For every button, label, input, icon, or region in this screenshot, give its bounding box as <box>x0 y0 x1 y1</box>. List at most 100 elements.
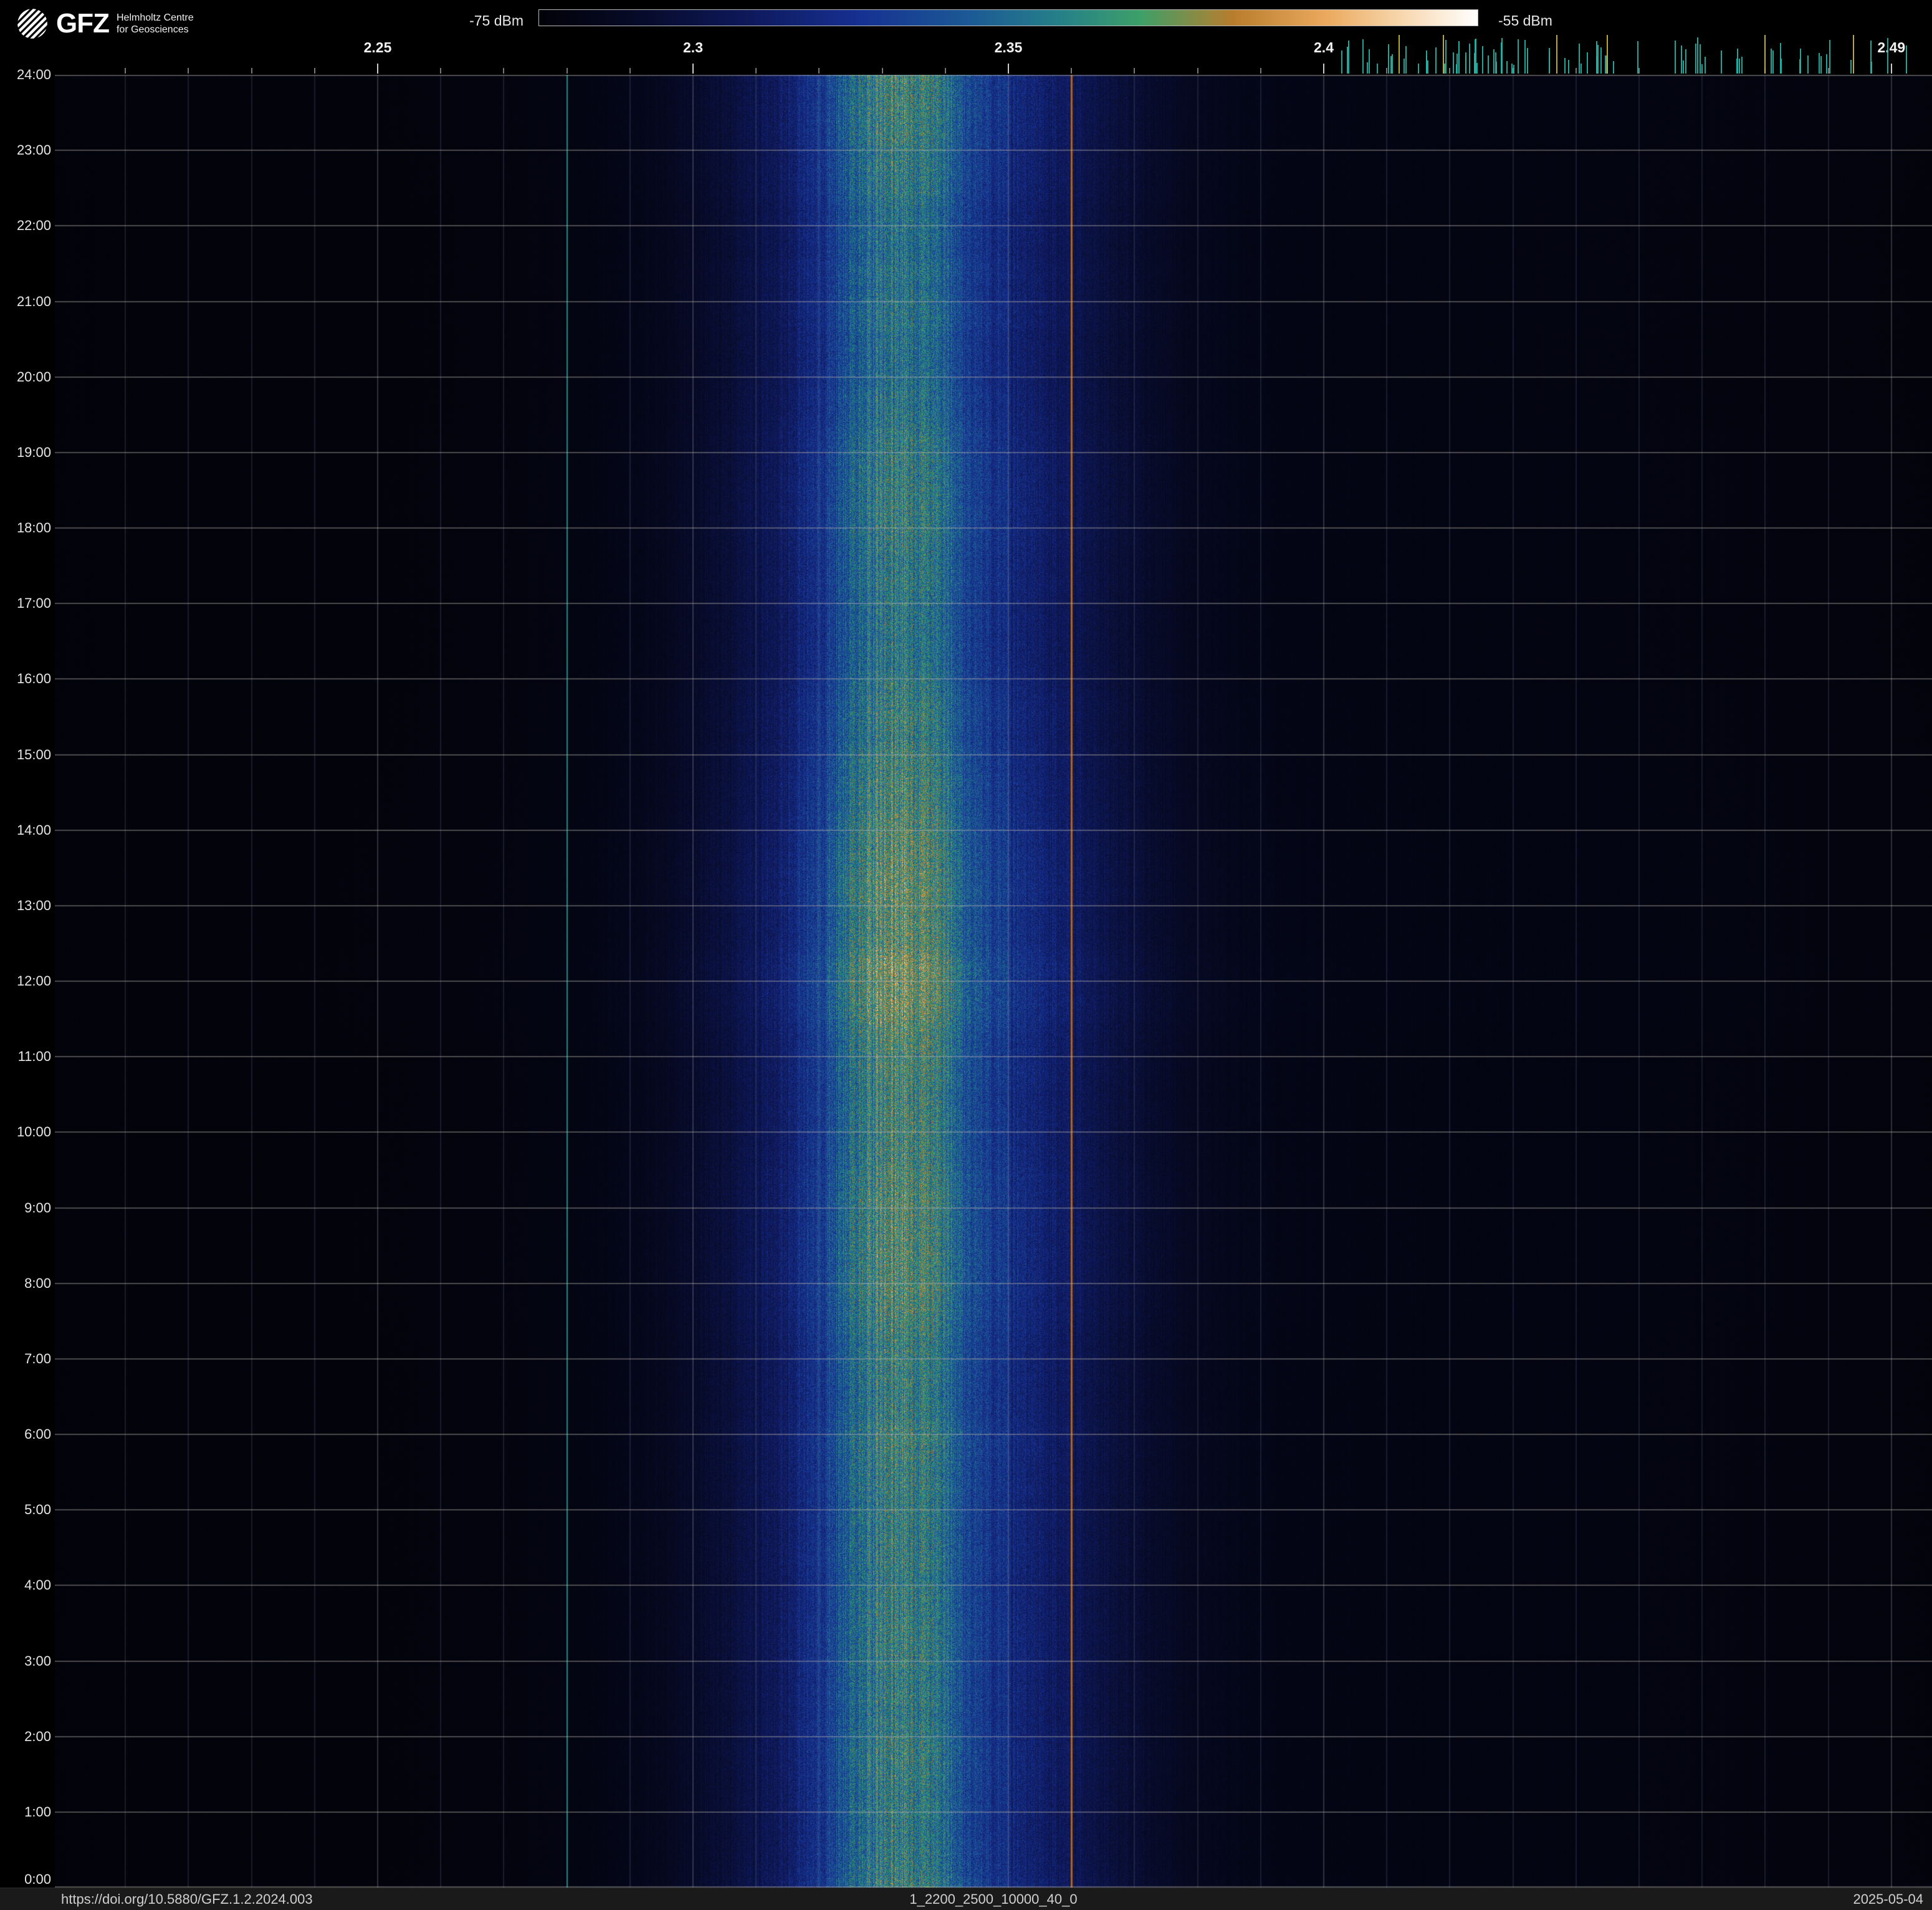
x-axis-tick <box>818 68 820 74</box>
x-axis-tick <box>1323 64 1324 74</box>
header-bar: GFZ Helmholtz Centre for Geosciences -75… <box>0 0 1932 75</box>
y-tick-label: 4:00 <box>24 1577 51 1593</box>
x-axis-tick <box>125 68 127 74</box>
channel-marker-tick <box>1482 46 1484 74</box>
channel-marker-tick <box>1905 45 1907 74</box>
x-axis-tick <box>629 68 631 74</box>
channel-marker-tick <box>1367 62 1369 74</box>
channel-marker-tick <box>1369 49 1370 74</box>
logo-acronym: GFZ <box>56 8 110 39</box>
logo-subtitle-line1: Helmholtz Centre <box>116 12 194 23</box>
x-tick-label: 2.49 <box>1877 39 1906 55</box>
colorbar-min-label: -75 dBm <box>469 12 524 29</box>
y-tick-label: 16:00 <box>16 671 51 687</box>
channel-marker-tick <box>1435 47 1437 74</box>
channel-marker-tick <box>1741 57 1743 74</box>
x-axis-tick <box>1008 64 1009 74</box>
channel-marker-tick <box>1456 53 1458 74</box>
channel-marker-tick <box>1680 45 1682 74</box>
y-tick-label: 18:00 <box>16 520 51 535</box>
channel-marker-tick <box>1705 57 1706 74</box>
channel-marker-yellow-tick <box>1556 35 1558 74</box>
channel-marker-tick <box>1820 56 1822 74</box>
channel-marker-tick <box>1564 57 1566 74</box>
channel-marker-tick <box>1596 41 1598 74</box>
x-axis-tick <box>881 68 883 74</box>
channel-marker-tick <box>1465 52 1466 74</box>
y-tick-label: 10:00 <box>16 1124 51 1140</box>
x-axis-tick <box>692 64 694 74</box>
y-tick-label: 8:00 <box>24 1275 51 1291</box>
channel-marker-tick <box>1674 40 1676 74</box>
y-tick-label: 12:00 <box>16 973 51 989</box>
x-tick-label: 2.3 <box>683 39 703 55</box>
channel-marker-tick <box>1581 64 1582 74</box>
channel-marker-tick <box>1578 44 1580 74</box>
channel-marker-tick <box>1346 47 1348 74</box>
x-axis-tick <box>944 68 946 74</box>
channel-marker-tick <box>1721 50 1723 74</box>
x-axis-tick <box>1071 68 1073 74</box>
x-axis-tick <box>251 68 252 74</box>
channel-marker-tick <box>1518 39 1519 74</box>
y-tick-label: 5:00 <box>24 1502 51 1518</box>
channel-marker-tick <box>1799 59 1801 74</box>
y-tick-label: 23:00 <box>16 142 51 158</box>
y-tick-label: 1:00 <box>24 1803 51 1820</box>
channel-marker-tick <box>1506 60 1508 74</box>
channel-marker-tick <box>1600 47 1602 74</box>
y-tick-label: 13:00 <box>16 897 51 913</box>
colorbar-gradient <box>538 9 1478 26</box>
channel-marker-tick <box>1445 39 1447 74</box>
channel-marker-tick <box>1377 63 1379 74</box>
channel-marker-yellow-tick <box>1853 35 1855 74</box>
channel-marker-tick <box>1391 54 1393 74</box>
y-tick-label: 19:00 <box>16 444 51 460</box>
logo-subtitle-line2: for Geosciences <box>116 24 189 35</box>
y-tick-label: 2:00 <box>24 1728 51 1744</box>
channel-marker-tick <box>1807 55 1809 74</box>
channel-marker-tick <box>1427 60 1429 74</box>
x-axis-tick <box>1386 68 1388 74</box>
channel-marker-tick <box>1458 41 1460 74</box>
x-axis-tick <box>755 68 757 74</box>
dataset-name: 1_2200_2500_10000_40_0 <box>909 1891 1078 1907</box>
x-tick-label: 2.35 <box>994 39 1023 55</box>
channel-marker-tick <box>1495 52 1497 74</box>
channel-marker-tick <box>1549 48 1551 74</box>
channel-marker-tick <box>1567 59 1569 74</box>
channel-marker-tick <box>1405 46 1407 74</box>
channel-marker-tick <box>1587 52 1589 74</box>
x-axis-tick <box>1575 68 1577 74</box>
channel-marker-yellow-tick <box>1399 35 1400 74</box>
y-tick-label: 3:00 <box>24 1653 51 1669</box>
y-tick-label: 20:00 <box>16 368 51 385</box>
channel-marker-yellow-tick <box>1764 35 1766 74</box>
channel-marker-tick <box>1738 59 1740 74</box>
y-tick-label: 21:00 <box>16 293 51 309</box>
channel-marker-tick <box>1850 59 1852 74</box>
x-axis-tick <box>1827 68 1829 74</box>
channel-marker-tick <box>1500 42 1502 74</box>
channel-marker-tick <box>1341 50 1343 74</box>
gfz-logo: GFZ Helmholtz Centre for Geosciences <box>16 7 194 40</box>
channel-marker-tick <box>1388 44 1390 74</box>
x-axis-tick <box>377 64 378 74</box>
x-axis-tick <box>566 68 568 74</box>
x-axis-tick <box>1449 68 1451 74</box>
channel-marker-tick <box>1829 39 1831 74</box>
channel-marker-tick <box>1637 41 1639 74</box>
channel-marker-tick <box>1604 55 1606 74</box>
channel-marker-tick <box>1683 60 1685 74</box>
x-tick-label: 2.25 <box>363 39 392 55</box>
channel-marker-tick <box>1887 38 1888 74</box>
channel-marker-tick <box>1870 62 1872 74</box>
channel-marker-tick <box>1513 64 1514 74</box>
channel-marker-tick <box>1476 62 1478 74</box>
channel-marker-tick <box>1425 50 1427 74</box>
footer-bar: https://doi.org/10.5880/GFZ.1.2.2024.003… <box>0 1888 1932 1910</box>
channel-marker-tick <box>1613 61 1615 74</box>
y-tick-label: 22:00 <box>16 218 51 234</box>
doi-link[interactable]: https://doi.org/10.5880/GFZ.1.2.2024.003 <box>61 1891 313 1908</box>
x-axis-tick <box>1260 68 1261 74</box>
